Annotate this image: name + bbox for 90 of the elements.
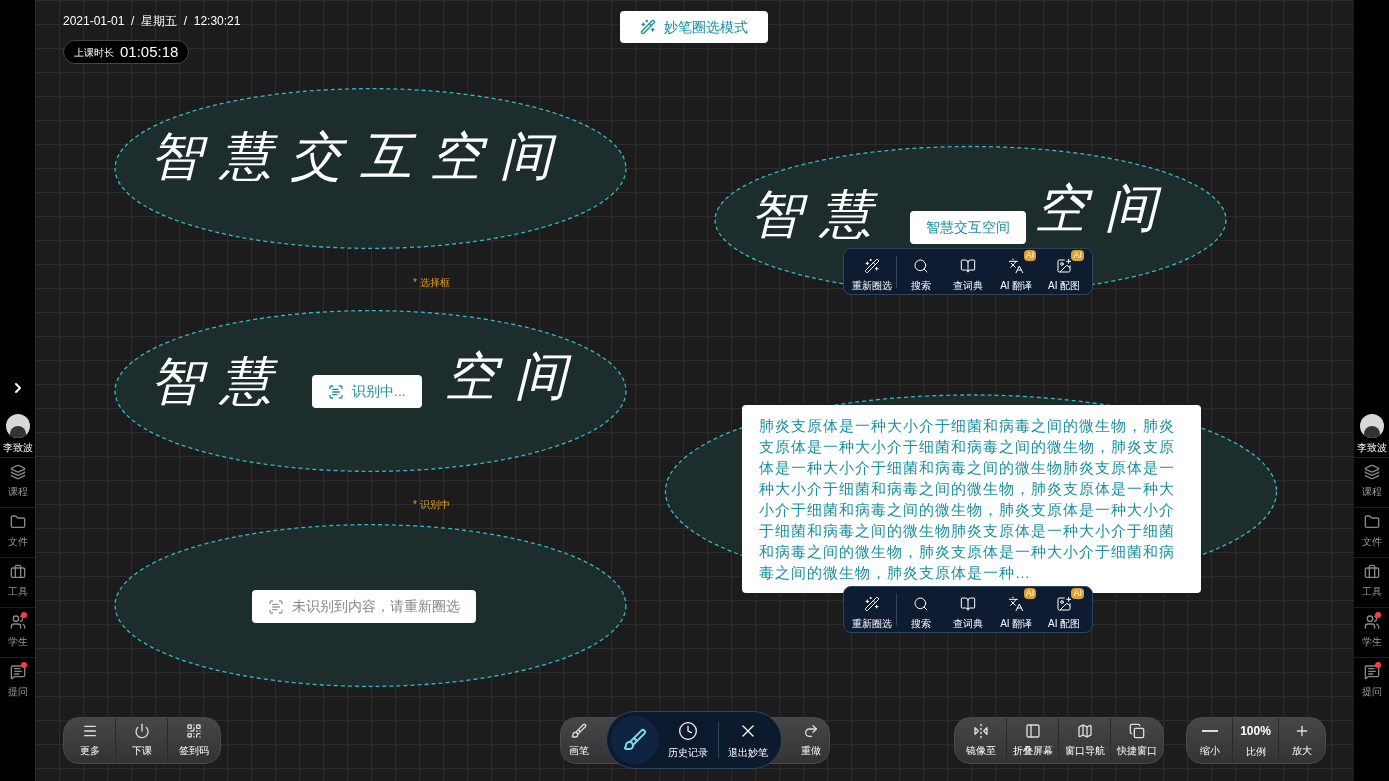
avatar[interactable] xyxy=(5,414,30,438)
magic-pen-button[interactable] xyxy=(611,716,659,764)
handwriting: 智慧交互空间 xyxy=(150,130,570,182)
redo-icon xyxy=(803,723,819,739)
toolbar-button[interactable]: AI AI 配图 xyxy=(1040,250,1088,293)
toolbar-button[interactable]: 历史记录 xyxy=(659,720,718,760)
toolbar-button[interactable]: 折叠屏幕 xyxy=(1007,718,1059,763)
ai-badge: AI xyxy=(1071,250,1084,261)
annotation: * 选择框 xyxy=(413,276,450,290)
power-icon xyxy=(133,723,150,739)
toolbar-button[interactable]: 重做 xyxy=(793,718,829,763)
layers-icon xyxy=(1363,464,1380,480)
scale-button[interactable]: 100% 比例 xyxy=(1233,718,1279,763)
search-icon xyxy=(912,596,929,612)
ai-badge: AI xyxy=(1071,588,1084,599)
toolbar-button[interactable]: 签到码 xyxy=(168,718,220,763)
brush-icon xyxy=(571,723,587,739)
search-icon xyxy=(912,258,929,274)
menu-icon xyxy=(81,723,98,739)
toolbar-button[interactable]: 下课 xyxy=(116,718,168,763)
duration-label: 上课时长 xyxy=(74,45,114,60)
folder-icon xyxy=(1363,514,1380,530)
scan-icon xyxy=(268,598,284,615)
panel-icon xyxy=(1024,723,1041,739)
toolbar-button[interactable]: 重新圈选 xyxy=(848,588,896,631)
message-icon xyxy=(1363,664,1380,680)
toolbar-button[interactable]: 放大 xyxy=(1279,718,1325,763)
ai-badge: AI xyxy=(1023,250,1037,261)
mode-label: 妙笔圈选模式 xyxy=(664,17,748,37)
brush-icon xyxy=(623,728,647,752)
toolbar-button[interactable]: 画笔 xyxy=(561,718,597,763)
handwriting: 智慧 xyxy=(150,355,290,407)
handwriting: 空间 xyxy=(445,350,585,402)
windows-icon xyxy=(1129,723,1145,739)
sidebar-item[interactable]: 提问 xyxy=(1354,657,1389,705)
sidebar-item[interactable]: 文件 xyxy=(1354,507,1389,555)
handwriting: 空间 xyxy=(1035,182,1175,234)
sidebar-item[interactable]: 工具 xyxy=(1354,557,1389,605)
toolbar-button[interactable]: AI AI 配图 xyxy=(1040,588,1088,631)
map-icon xyxy=(1076,723,1093,739)
date-time: 2021-01-01 / 星期五 / 12:30:21 xyxy=(63,13,241,30)
user-name: 李致波 xyxy=(2,441,33,455)
avatar[interactable] xyxy=(1359,414,1384,438)
book-icon xyxy=(960,258,977,274)
sidebar-item[interactable]: 课程 xyxy=(1354,457,1389,505)
handwriting: 智慧 xyxy=(750,188,890,240)
toolbar-button[interactable]: 镜像至 xyxy=(955,718,1007,763)
recognized-text: 智慧交互空间 xyxy=(910,211,1026,244)
book-icon xyxy=(960,596,977,612)
toolbar-button[interactable]: 搜索 xyxy=(896,588,945,631)
briefcase-icon xyxy=(9,564,26,580)
sidebar-item[interactable]: 学生 xyxy=(1354,607,1389,655)
magic-wand-icon xyxy=(863,258,880,274)
scan-icon xyxy=(328,383,344,400)
message-icon xyxy=(9,664,26,680)
qr-code-icon xyxy=(186,723,202,739)
mirror-icon xyxy=(972,723,989,739)
translate-icon xyxy=(1008,596,1025,612)
people-icon xyxy=(9,614,26,630)
toolbar-button[interactable]: 快捷窗口 xyxy=(1111,718,1163,763)
image-icon xyxy=(1056,596,1073,612)
magic-wand-icon xyxy=(640,19,656,35)
user-name: 李致波 xyxy=(1356,441,1387,455)
ai-badge: AI xyxy=(1023,588,1037,599)
toolbar-button[interactable]: 窗口导航 xyxy=(1059,718,1111,763)
layers-icon xyxy=(9,464,26,480)
people-icon xyxy=(1363,614,1380,630)
duration-time: 01:05:18 xyxy=(120,41,179,62)
annotation: * 识别中 xyxy=(413,498,450,512)
toolbar-button[interactable]: 缩小 xyxy=(1187,718,1233,763)
toolbar-button[interactable]: 退出妙笔 xyxy=(718,720,777,760)
image-icon xyxy=(1056,258,1073,274)
translate-icon xyxy=(1008,258,1025,274)
scale-label: 比例 xyxy=(1245,745,1266,759)
briefcase-icon xyxy=(1363,564,1380,580)
minus-icon xyxy=(1201,730,1218,732)
toolbar-button[interactable]: 搜索 xyxy=(896,250,945,293)
plus-icon xyxy=(1294,723,1310,739)
folder-icon xyxy=(9,514,26,530)
toolbar-button[interactable]: AI AI 翻译 xyxy=(992,588,1041,631)
toolbar-button[interactable]: 查词典 xyxy=(944,588,993,631)
toolbar-button[interactable]: 更多 xyxy=(64,718,116,763)
magic-wand-icon xyxy=(863,596,880,612)
clock-icon xyxy=(678,720,699,741)
message-text: 未识别到内容，请重新圈选 xyxy=(292,597,460,616)
toolbar-button[interactable]: 重新圈选 xyxy=(848,250,896,293)
toolbar-button[interactable]: 查词典 xyxy=(944,250,993,293)
toolbar-button[interactable]: AI AI 翻译 xyxy=(992,250,1041,293)
status-text: 识别中... xyxy=(352,382,406,401)
scale-value: 100% xyxy=(1240,723,1271,740)
